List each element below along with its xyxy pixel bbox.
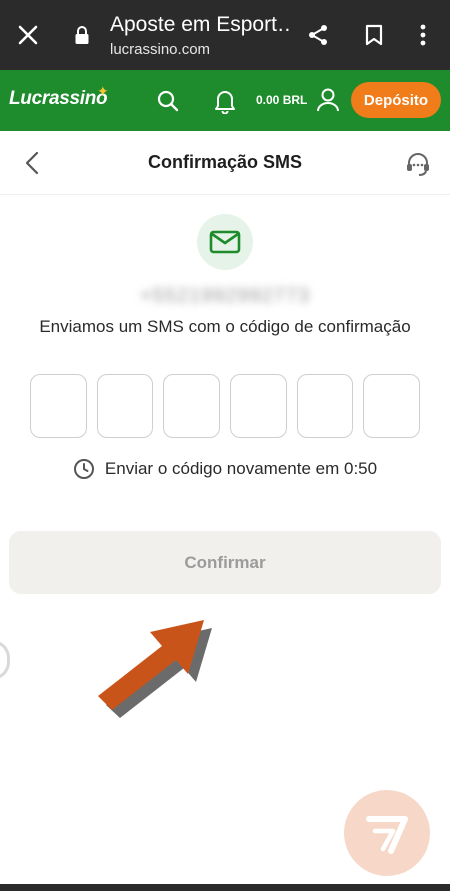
browser-toolbar: Aposte em Esport… lucrassino.com	[0, 0, 450, 70]
browser-url[interactable]: lucrassino.com	[110, 41, 210, 59]
deposit-button[interactable]: Depósito	[351, 82, 441, 118]
balance-display[interactable]: 0.00 BRL	[256, 93, 307, 107]
logo-star-icon: ✦	[97, 83, 109, 99]
otp-digit-input[interactable]	[163, 374, 221, 438]
more-vertical-icon[interactable]	[408, 17, 438, 53]
close-icon[interactable]	[10, 17, 46, 53]
otp-digit-input[interactable]	[30, 374, 87, 438]
bookmark-icon[interactable]	[356, 17, 392, 53]
brand-logo[interactable]: Lucrassino	[9, 88, 108, 110]
otp-digit-input[interactable]	[96, 374, 154, 438]
confirm-button[interactable]: Confirmar	[9, 531, 441, 594]
envelope-icon	[197, 214, 253, 270]
otp-digit-input[interactable]	[296, 374, 354, 438]
otp-digit-input[interactable]	[363, 374, 421, 438]
page-title: Confirmação SMS	[147, 152, 303, 172]
clock-icon	[73, 458, 95, 480]
sms-confirmation-panel: +5521992992773 Enviamos um SMS com o cód…	[0, 196, 450, 884]
resend-timer: Enviar o código novamente em 0:50	[0, 458, 450, 480]
share-icon[interactable]	[300, 17, 336, 53]
resend-text: Enviar o código novamente em 0:50	[104, 459, 378, 478]
otp-code-inputs	[30, 374, 421, 438]
page-header: Confirmação SMS	[0, 131, 450, 195]
floating-app-badge-icon[interactable]	[344, 790, 430, 876]
sms-sent-message: Enviamos um SMS com o código de confirma…	[39, 317, 411, 336]
site-header: Lucrassino ✦ 0.00 BRL Depósito	[0, 70, 450, 131]
otp-digit-input[interactable]	[230, 374, 287, 438]
support-headset-icon[interactable]	[402, 148, 434, 180]
search-icon[interactable]	[153, 86, 183, 116]
user-icon[interactable]	[313, 85, 343, 115]
system-nav-bar	[0, 884, 450, 891]
browser-page-title: Aposte em Esport…	[110, 13, 290, 36]
pointer-arrow-icon	[88, 610, 228, 720]
lock-icon	[72, 24, 92, 46]
phone-number: +5521992992773	[139, 285, 311, 307]
bell-icon[interactable]	[210, 86, 240, 116]
